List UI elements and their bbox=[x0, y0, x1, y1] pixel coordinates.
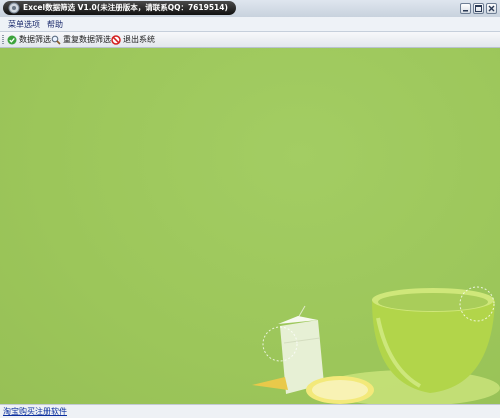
filter-button[interactable]: 数据筛选 bbox=[7, 33, 51, 46]
window-title-pill: Excel数据筛选 V1.0(未注册版本，请联系QQ：7619514) bbox=[3, 1, 236, 15]
dedupe-button[interactable]: 重复数据筛选 bbox=[51, 33, 111, 46]
window-title: Excel数据筛选 V1.0(未注册版本，请联系QQ：7619514) bbox=[23, 3, 228, 12]
menu-bar: 菜单选项 帮助 bbox=[0, 17, 500, 32]
register-link[interactable]: 淘宝购买注册软件 bbox=[3, 406, 67, 417]
minimize-icon bbox=[463, 10, 468, 12]
maximize-icon bbox=[475, 5, 482, 12]
no-entry-icon bbox=[111, 34, 121, 45]
close-button[interactable] bbox=[486, 3, 497, 14]
magnifier-icon bbox=[51, 35, 61, 45]
exit-button-label: 退出系统 bbox=[123, 35, 155, 44]
toolbar-grip[interactable] bbox=[2, 35, 4, 45]
main-area bbox=[0, 48, 500, 404]
app-window: Excel数据筛选 V1.0(未注册版本，请联系QQ：7619514) 菜单选项… bbox=[0, 0, 500, 418]
menu-options[interactable]: 菜单选项 bbox=[8, 19, 40, 30]
title-bar[interactable]: Excel数据筛选 V1.0(未注册版本，请联系QQ：7619514) bbox=[0, 0, 500, 18]
status-bar: 淘宝购买注册软件 bbox=[0, 404, 500, 418]
filter-button-label: 数据筛选 bbox=[19, 35, 51, 44]
close-icon bbox=[488, 5, 495, 12]
toolbar: 数据筛选 重复数据筛选 退出系统 bbox=[0, 32, 500, 48]
check-icon bbox=[7, 35, 17, 44]
menu-help[interactable]: 帮助 bbox=[47, 19, 63, 30]
dedupe-button-label: 重复数据筛选 bbox=[63, 35, 111, 44]
app-icon bbox=[8, 2, 20, 14]
tea-cup-wallpaper bbox=[252, 286, 500, 404]
minimize-button[interactable] bbox=[460, 3, 471, 14]
maximize-button[interactable] bbox=[473, 3, 484, 14]
exit-button[interactable]: 退出系统 bbox=[111, 33, 155, 46]
